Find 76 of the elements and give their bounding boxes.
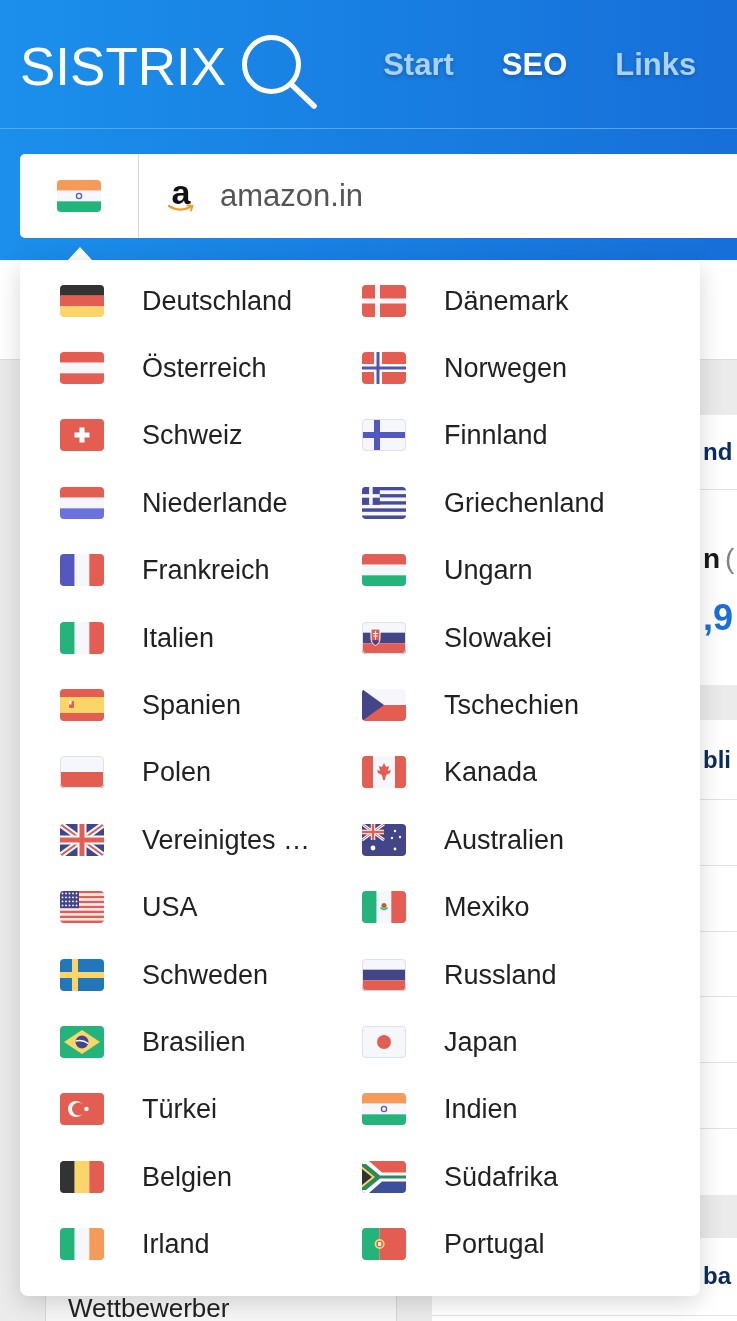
- turkey-flag-icon: [60, 1093, 104, 1126]
- country-select-button[interactable]: [20, 154, 139, 238]
- country-option[interactable]: Brasilien: [60, 1026, 246, 1058]
- czech-flag-icon: [362, 689, 406, 722]
- hungary-flag-icon: [362, 554, 406, 587]
- card-heading: bli: [703, 745, 731, 774]
- metric-qualifier: (: [725, 542, 735, 576]
- netherlands-flag-icon: [60, 486, 104, 519]
- country-option[interactable]: Dänemark: [362, 284, 569, 317]
- finland-flag-icon: [362, 419, 406, 452]
- metric-value: ,9: [703, 596, 735, 640]
- country-option[interactable]: Österreich: [60, 352, 267, 385]
- country-option[interactable]: Griechenland: [362, 486, 605, 519]
- card-heading: ba: [703, 1262, 731, 1291]
- country-option[interactable]: Südafrika: [362, 1160, 559, 1193]
- country-option[interactable]: Vereinigtes …: [60, 823, 311, 856]
- domain-input-field[interactable]: a amazon.in: [139, 154, 737, 238]
- norway-flag-icon: [362, 352, 406, 385]
- mexico-flag-icon: [362, 891, 406, 924]
- austria-flag-icon: [60, 352, 104, 385]
- country-option[interactable]: Portugal: [362, 1228, 545, 1261]
- nav-tab[interactable]: SEO: [501, 47, 568, 83]
- country-option[interactable]: Irland: [60, 1228, 210, 1261]
- card-heading: nd: [703, 438, 733, 466]
- country-option[interactable]: Mexiko: [362, 891, 530, 924]
- country-option[interactable]: Slowakei: [362, 621, 553, 654]
- country-option[interactable]: USA: [60, 891, 198, 924]
- slovakia-flag-icon: [362, 621, 406, 654]
- india-flag-icon: [362, 1093, 406, 1126]
- portugal-flag-icon: [362, 1228, 406, 1261]
- country-option[interactable]: Tschechien: [362, 689, 580, 722]
- poland-flag-icon: [60, 756, 104, 789]
- country-option[interactable]: Spanien: [60, 689, 242, 722]
- country-option[interactable]: Schweiz: [60, 419, 243, 452]
- logo-text: SISTRIX: [20, 40, 227, 93]
- denmark-flag-icon: [362, 284, 406, 317]
- input-value: amazon.in: [220, 178, 364, 214]
- sidebar-link[interactable]: Wettbewerber: [45, 1296, 397, 1321]
- country-option[interactable]: Polen: [60, 756, 212, 789]
- metric-title: n: [703, 542, 721, 576]
- country-option[interactable]: Indien: [362, 1093, 518, 1126]
- russia-flag-icon: [362, 958, 406, 991]
- south-africa-flag-icon: [362, 1160, 406, 1193]
- brazil-flag-icon: [60, 1026, 104, 1058]
- india-flag-icon: [57, 180, 101, 212]
- favicon-letter: a: [171, 179, 191, 204]
- country-option[interactable]: Belgien: [60, 1160, 233, 1193]
- country-option[interactable]: Deutschland: [60, 284, 293, 317]
- spain-flag-icon: [60, 689, 104, 722]
- ireland-flag-icon: [60, 1228, 104, 1261]
- us-flag-icon: [60, 891, 104, 924]
- greece-flag-icon: [362, 486, 406, 519]
- belgium-flag-icon: [60, 1160, 104, 1193]
- country-option[interactable]: Niederlande: [60, 486, 288, 519]
- germany-flag-icon: [60, 284, 104, 317]
- country-option[interactable]: Türkei: [60, 1093, 217, 1126]
- country-option[interactable]: Japan: [362, 1026, 518, 1058]
- smile-arrow-icon: [168, 203, 194, 213]
- country-option[interactable]: Finnland: [362, 419, 548, 452]
- country-option[interactable]: Russland: [362, 958, 557, 991]
- france-flag-icon: [60, 554, 104, 587]
- switzerland-flag-icon: [60, 419, 104, 452]
- italy-flag-icon: [60, 621, 104, 654]
- country-option[interactable]: Australien: [362, 823, 565, 856]
- country-option[interactable]: Ungarn: [362, 554, 533, 587]
- country-option[interactable]: Norwegen: [362, 352, 568, 385]
- canada-flag-icon: [362, 756, 406, 789]
- japan-flag-icon: [362, 1026, 406, 1058]
- country-option[interactable]: Schweden: [60, 958, 269, 991]
- country-option[interactable]: Italien: [60, 621, 215, 654]
- magnifier-icon: [241, 35, 318, 109]
- country-option[interactable]: Frankreich: [60, 554, 270, 587]
- australia-flag-icon: [362, 823, 406, 856]
- country-option[interactable]: Kanada: [362, 756, 538, 789]
- sweden-flag-icon: [60, 958, 104, 991]
- union-jack-flag-icon: [60, 823, 104, 856]
